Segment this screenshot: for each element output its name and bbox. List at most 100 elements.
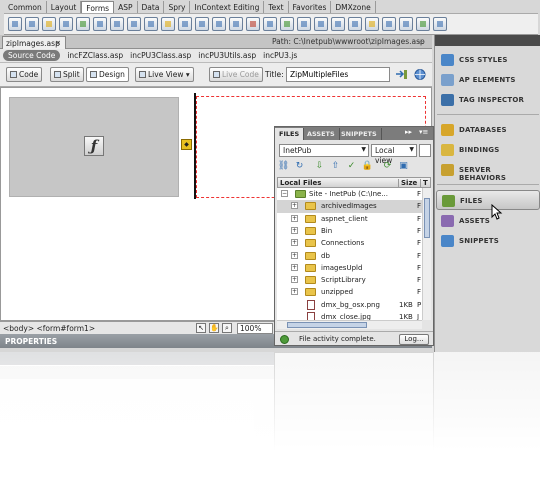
expand-panel-icon[interactable] bbox=[419, 144, 431, 157]
panel-snippets[interactable]: SNIPPETS bbox=[436, 231, 540, 251]
file-field-icon[interactable] bbox=[177, 17, 192, 31]
related-file[interactable]: incPU3.js bbox=[263, 51, 297, 60]
invisible-element-marker-icon[interactable]: ◆ bbox=[181, 139, 192, 150]
insert-tab-layout[interactable]: Layout bbox=[47, 1, 82, 13]
folder-row[interactable]: + unzipped F bbox=[277, 286, 422, 298]
check-out-icon[interactable]: ✓ bbox=[345, 160, 358, 173]
file-row[interactable]: dmx_bg_osx.png 1KB P bbox=[277, 299, 422, 311]
folder-row[interactable]: + aspnet_client F bbox=[277, 213, 422, 225]
tab-assets[interactable]: ASSETS bbox=[303, 128, 340, 140]
related-file[interactable]: incFZClass.asp bbox=[67, 51, 123, 60]
spry-checkbox-icon[interactable] bbox=[279, 17, 294, 31]
scrollbar-thumb[interactable] bbox=[424, 198, 430, 238]
folder-row[interactable]: + Connections F bbox=[277, 237, 422, 249]
insert-tab-forms[interactable]: Forms bbox=[81, 1, 115, 13]
file-management-icon[interactable] bbox=[394, 68, 408, 81]
panel-server-behaviors[interactable]: SERVER BEHAVIORS bbox=[436, 160, 540, 182]
scrollbar-thumb[interactable] bbox=[287, 322, 367, 328]
jump-menu-icon[interactable] bbox=[143, 17, 158, 31]
refresh-icon[interactable]: ↻ bbox=[293, 160, 306, 173]
spry-text-field-icon[interactable] bbox=[245, 17, 260, 31]
column-size[interactable]: Size bbox=[398, 179, 417, 187]
expand-icon[interactable]: + bbox=[291, 226, 298, 234]
panel-dock-header[interactable] bbox=[435, 35, 540, 46]
hidden-field-icon[interactable] bbox=[41, 17, 56, 31]
panel-bindings[interactable]: BINDINGS bbox=[436, 140, 540, 160]
collapse-arrows-icon[interactable]: ▸▸ bbox=[405, 128, 412, 136]
flash-movie-placeholder[interactable]: ƒ bbox=[9, 97, 179, 197]
panel-css-styles[interactable]: CSS STYLES bbox=[436, 50, 540, 70]
synchronize-icon[interactable]: ⟳ bbox=[381, 160, 394, 173]
extension-icon[interactable] bbox=[398, 17, 413, 31]
extension-icon-2[interactable] bbox=[415, 17, 430, 31]
insert-tab-dmxzone[interactable]: DMXzone bbox=[331, 1, 376, 13]
insert-tab-text[interactable]: Text bbox=[264, 1, 289, 13]
log-button[interactable]: Log... bbox=[399, 334, 429, 345]
get-files-icon[interactable]: ⇩ bbox=[313, 160, 326, 173]
folder-row[interactable]: + ScriptLibrary F bbox=[277, 274, 422, 286]
horizontal-scrollbar[interactable] bbox=[277, 320, 422, 329]
put-files-icon[interactable]: ⇧ bbox=[329, 160, 342, 173]
fieldset-icon[interactable] bbox=[228, 17, 243, 31]
textarea-icon[interactable] bbox=[58, 17, 73, 31]
zoom-select[interactable]: 100% bbox=[237, 323, 273, 334]
folder-row[interactable]: + Bin F bbox=[277, 225, 422, 237]
panel-ap-elements[interactable]: AP ELEMENTS bbox=[436, 70, 540, 90]
zoom-icon[interactable]: ⌕ bbox=[222, 323, 232, 333]
tab-snippets[interactable]: SNIPPETS bbox=[337, 128, 382, 140]
checkbox-icon[interactable] bbox=[75, 17, 90, 31]
spry-textarea-icon[interactable] bbox=[262, 17, 277, 31]
panel-assets[interactable]: ASSETS bbox=[436, 211, 540, 231]
expand-icon[interactable]: + bbox=[291, 214, 298, 222]
tag-selector[interactable]: <body> <form#form1> bbox=[3, 324, 95, 333]
image-field-icon[interactable] bbox=[160, 17, 175, 31]
spry-confirm-icon[interactable] bbox=[330, 17, 345, 31]
insert-tab-favorites[interactable]: Favorites bbox=[289, 1, 332, 13]
expand-icon[interactable]: + bbox=[291, 276, 298, 284]
extension-icon-3[interactable] bbox=[432, 17, 447, 31]
code-view-button[interactable]: Code bbox=[6, 67, 43, 82]
document-tab[interactable]: zipImages.asp × bbox=[2, 36, 66, 49]
site-select[interactable]: InetPub ▼ bbox=[279, 144, 369, 157]
panel-menu-icon[interactable]: ▾≡ bbox=[419, 128, 428, 136]
expand-icon[interactable]: + bbox=[291, 239, 298, 247]
panel-files[interactable]: FILES bbox=[436, 190, 540, 210]
insert-tab-asp[interactable]: ASP bbox=[114, 1, 138, 13]
expand-icon[interactable]: ▣ bbox=[397, 160, 410, 173]
zip-files-icon[interactable] bbox=[381, 17, 396, 31]
collapse-icon[interactable]: − bbox=[281, 190, 288, 197]
label-icon[interactable] bbox=[211, 17, 226, 31]
radio-group-icon[interactable] bbox=[109, 17, 124, 31]
folder-row[interactable]: + archivedImages F bbox=[277, 200, 422, 213]
vertical-scrollbar[interactable] bbox=[422, 188, 431, 320]
button-icon[interactable] bbox=[194, 17, 209, 31]
panel-tag-inspector[interactable]: TAG INSPECTOR bbox=[436, 90, 540, 110]
folder-row[interactable]: + imagesUpld F bbox=[277, 262, 422, 274]
expand-icon[interactable]: + bbox=[291, 251, 298, 259]
tab-files[interactable]: FILES bbox=[275, 128, 305, 140]
insert-tab-common[interactable]: Common bbox=[4, 1, 47, 13]
column-type[interactable]: T bbox=[420, 179, 428, 187]
text-field-icon[interactable] bbox=[24, 17, 39, 31]
preview-browser-icon[interactable] bbox=[413, 68, 427, 81]
form-icon[interactable] bbox=[7, 17, 22, 31]
expand-icon[interactable]: + bbox=[291, 202, 298, 210]
insert-tab-incontext-editing[interactable]: InContext Editing bbox=[190, 1, 265, 13]
related-file[interactable]: incPU3Utils.asp bbox=[198, 51, 256, 60]
radio-button-icon[interactable] bbox=[92, 17, 107, 31]
expand-icon[interactable]: + bbox=[291, 288, 298, 296]
insert-tab-spry[interactable]: Spry bbox=[164, 1, 191, 13]
spry-radio-group-icon[interactable] bbox=[347, 17, 362, 31]
design-view-button[interactable]: Design bbox=[86, 67, 129, 82]
related-file-source-code[interactable]: Source Code bbox=[3, 50, 61, 61]
related-file[interactable]: incPU3Class.asp bbox=[130, 51, 191, 60]
live-code-button[interactable]: Live Code bbox=[209, 67, 263, 82]
hand-icon[interactable]: ✋ bbox=[209, 323, 219, 333]
cursor-arrow-icon[interactable]: ↖ bbox=[196, 323, 206, 333]
close-icon[interactable]: × bbox=[55, 39, 61, 47]
panel-databases[interactable]: DATABASES bbox=[436, 120, 540, 140]
site-root-row[interactable]: − Site - InetPub (C:\Ine... F bbox=[277, 188, 422, 200]
page-title-field[interactable] bbox=[286, 67, 390, 82]
folder-row[interactable]: + db F bbox=[277, 250, 422, 262]
file-row[interactable]: dmx_close.jpg 1KB J bbox=[277, 311, 422, 320]
